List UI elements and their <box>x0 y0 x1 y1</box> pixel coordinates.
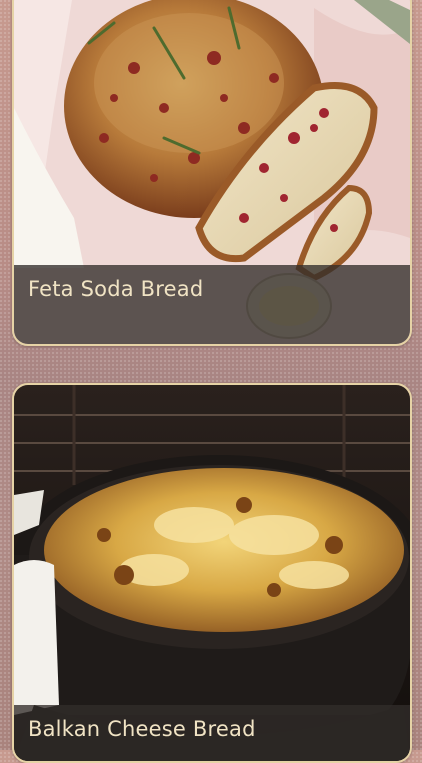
recipe-title-caption: Balkan Cheese Bread <box>14 705 410 761</box>
recipe-card-balkan-cheese-bread[interactable]: Balkan Cheese Bread <box>12 383 412 763</box>
recipe-card-feta-soda-bread[interactable]: Feta Soda Bread <box>12 0 412 346</box>
recipe-title: Feta Soda Bread <box>28 277 204 301</box>
recipe-title-caption: Feta Soda Bread <box>14 265 410 344</box>
recipe-title: Balkan Cheese Bread <box>28 717 256 741</box>
